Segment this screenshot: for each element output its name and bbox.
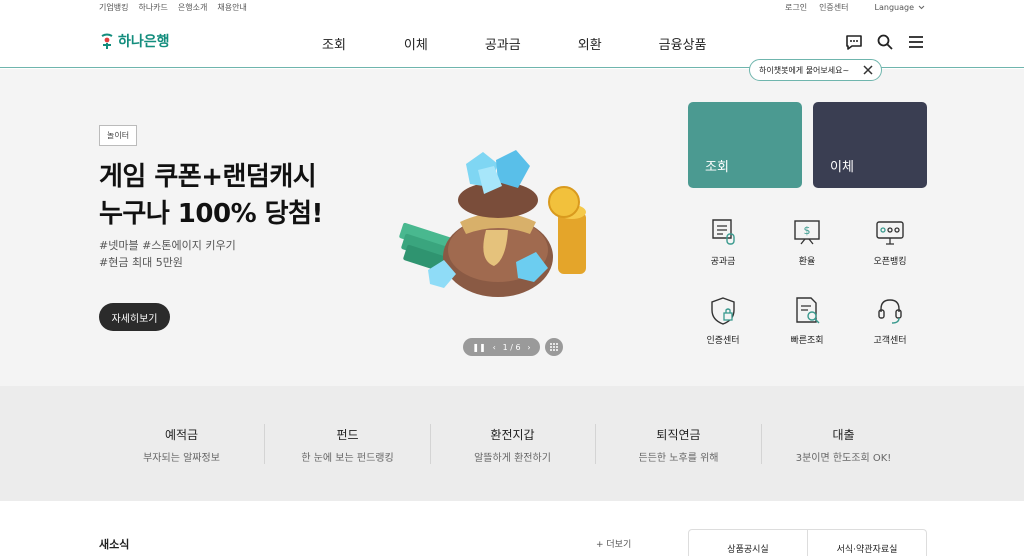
language-selector[interactable]: Language xyxy=(875,3,925,12)
hero-headline-line1: 게임 쿠폰+랜덤캐시 xyxy=(99,162,317,192)
category-savings-title: 예적금 xyxy=(164,428,199,442)
category-loan-desc: 3분이면 한도조회 OK! xyxy=(795,453,892,464)
quick-card-transfer[interactable]: 이체 xyxy=(813,102,927,188)
category-loan[interactable]: 대출 3분이면 한도조회 OK! xyxy=(761,426,926,464)
prev-slide-icon[interactable]: ‹ xyxy=(493,343,496,352)
category-fund[interactable]: 펀드 한 눈에 보는 펀드랭킹 xyxy=(265,426,430,464)
hero-headline-line2: 누구나 100% 당첨! xyxy=(99,199,323,229)
headset-icon xyxy=(878,299,902,324)
tab-product-disclosure[interactable]: 상품공시실 xyxy=(689,530,807,556)
category-fund-desc: 한 눈에 보는 펀드랭킹 xyxy=(301,453,394,464)
quick-menu-exchange-rate[interactable]: $ 환율 xyxy=(767,216,847,267)
cert-center-link[interactable]: 인증센터 xyxy=(819,2,848,13)
grid-dots-icon xyxy=(550,343,558,351)
hero-headline: 게임 쿠폰+랜덤캐시 누구나 100% 당첨! xyxy=(99,159,323,233)
quick-menu-cert-center-label: 인증센터 xyxy=(706,336,740,346)
quick-menu-bills[interactable]: 공과금 xyxy=(683,216,763,267)
chatbot-icon[interactable] xyxy=(845,33,863,51)
search-icon[interactable] xyxy=(876,33,894,51)
money-bag xyxy=(443,182,553,297)
category-exchange-wallet[interactable]: 환전지갑 알뜰하게 환전하기 xyxy=(430,426,595,464)
quick-card-transfer-label: 이체 xyxy=(830,160,854,175)
language-label: Language xyxy=(874,3,914,12)
logo-text: 하나은행 xyxy=(118,34,170,50)
open-banking-icon xyxy=(876,221,904,245)
quick-menu-quick-inquiry[interactable]: 빠른조회 xyxy=(767,295,847,346)
utility-link-about[interactable]: 은행소개 xyxy=(178,2,207,13)
global-nav: 조회 이체 공과금 외환 금융상품 xyxy=(322,34,707,53)
utility-right-links: 로그인 인증센터 Language xyxy=(785,2,925,13)
hero-badge: 놀이터 xyxy=(99,125,138,146)
hero-subline-line1: #넷마블 #스톤에이지 키우기 xyxy=(99,239,236,252)
category-savings[interactable]: 예적금 부자되는 알짜정보 xyxy=(99,426,264,464)
quick-card-inquiry-label: 조회 xyxy=(705,160,729,175)
quick-menu-exchange-rate-label: 환율 xyxy=(798,257,816,267)
hero-detail-button[interactable]: 자세히보기 xyxy=(99,303,170,331)
category-band: 예적금 부자되는 알짜정보 펀드 한 눈에 보는 펀드랭킹 환전지갑 알뜰하게 … xyxy=(0,386,1024,501)
utility-link-careers[interactable]: 채용안내 xyxy=(217,2,246,13)
nav-foreign-exchange[interactable]: 외환 xyxy=(578,34,602,53)
category-loan-title: 대출 xyxy=(832,428,855,442)
utility-link-corporate[interactable]: 기업뱅킹 xyxy=(99,2,128,13)
pause-icon[interactable]: ❚❚ xyxy=(472,343,485,352)
utility-link-card[interactable]: 하나카드 xyxy=(138,2,167,13)
news-more-link[interactable]: + 더보기 xyxy=(596,537,631,550)
quick-menu-quick-inquiry-label: 빠른조회 xyxy=(790,336,824,346)
quick-menu-bills-label: 공과금 xyxy=(710,257,736,267)
svg-text:$: $ xyxy=(804,224,811,237)
login-link[interactable]: 로그인 xyxy=(785,2,807,13)
quick-menu-customer-center-label: 고객센터 xyxy=(873,336,907,346)
treasure-bag-illustration xyxy=(399,150,586,297)
hero-subline-line2: #현금 최대 5만원 xyxy=(99,256,183,269)
hero-subline: #넷마블 #스톤에이지 키우기 #현금 최대 5만원 xyxy=(99,237,236,271)
pager-count: 1 / 6 xyxy=(502,342,521,352)
header-icons xyxy=(845,33,925,51)
hana-logo-icon xyxy=(101,33,113,49)
gold-coins xyxy=(548,186,586,274)
category-pension[interactable]: 퇴직연금 든든한 노후를 위해 xyxy=(596,426,761,464)
category-pension-title: 퇴직연금 xyxy=(656,428,701,442)
category-fund-title: 펀드 xyxy=(336,428,359,442)
utility-left-links: 기업뱅킹 하나카드 은행소개 채용안내 xyxy=(99,2,247,13)
quick-card-inquiry[interactable]: 조회 xyxy=(688,102,802,188)
chatbot-tooltip-text: 하이챗봇에게 물어보세요~ xyxy=(759,65,850,75)
tab-forms-terms[interactable]: 서식·약관자료실 xyxy=(807,530,926,556)
close-icon[interactable] xyxy=(862,64,874,76)
disclosure-tabs: 상품공시실 서식·약관자료실 xyxy=(688,529,927,556)
bill-icon xyxy=(712,219,735,245)
pager-grid-button[interactable] xyxy=(545,338,563,356)
nav-financial-products[interactable]: 금융상품 xyxy=(659,34,707,53)
nav-utility-bills[interactable]: 공과금 xyxy=(485,34,521,53)
news-section-title: 새소식 xyxy=(99,538,130,551)
shield-lock-icon xyxy=(711,297,735,325)
nav-inquiry[interactable]: 조회 xyxy=(322,34,346,53)
quick-menu-open-banking[interactable]: 오픈뱅킹 xyxy=(850,216,930,267)
quick-menu-open-banking-label: 오픈뱅킹 xyxy=(873,257,907,267)
quick-menu-customer-center[interactable]: 고객센터 xyxy=(850,295,930,346)
chatbot-tooltip[interactable]: 하이챗봇에게 물어보세요~ xyxy=(749,59,882,81)
hero-pager: ❚❚ ‹ 1 / 6 › xyxy=(463,338,540,356)
chevron-down-icon xyxy=(918,5,925,10)
next-slide-icon[interactable]: › xyxy=(527,343,530,352)
nav-transfer[interactable]: 이체 xyxy=(404,34,428,53)
utility-bar: 기업뱅킹 하나카드 은행소개 채용안내 로그인 인증센터 Language xyxy=(0,0,1024,16)
hero-section: 놀이터 게임 쿠폰+랜덤캐시 누구나 100% 당첨! #넷마블 #스톤에이지 … xyxy=(0,69,1024,386)
category-exchange-wallet-desc: 알뜰하게 환전하기 xyxy=(474,453,551,464)
category-savings-desc: 부자되는 알짜정보 xyxy=(143,453,220,464)
hana-bank-logo[interactable]: 하나은행 xyxy=(99,31,170,51)
exchange-rate-icon: $ xyxy=(794,220,820,245)
quick-menu-cert-center[interactable]: 인증센터 xyxy=(683,295,763,346)
category-exchange-wallet-title: 환전지갑 xyxy=(490,428,535,442)
document-search-icon xyxy=(796,297,820,324)
menu-icon[interactable] xyxy=(907,33,925,51)
category-pension-desc: 든든한 노후를 위해 xyxy=(638,453,719,464)
